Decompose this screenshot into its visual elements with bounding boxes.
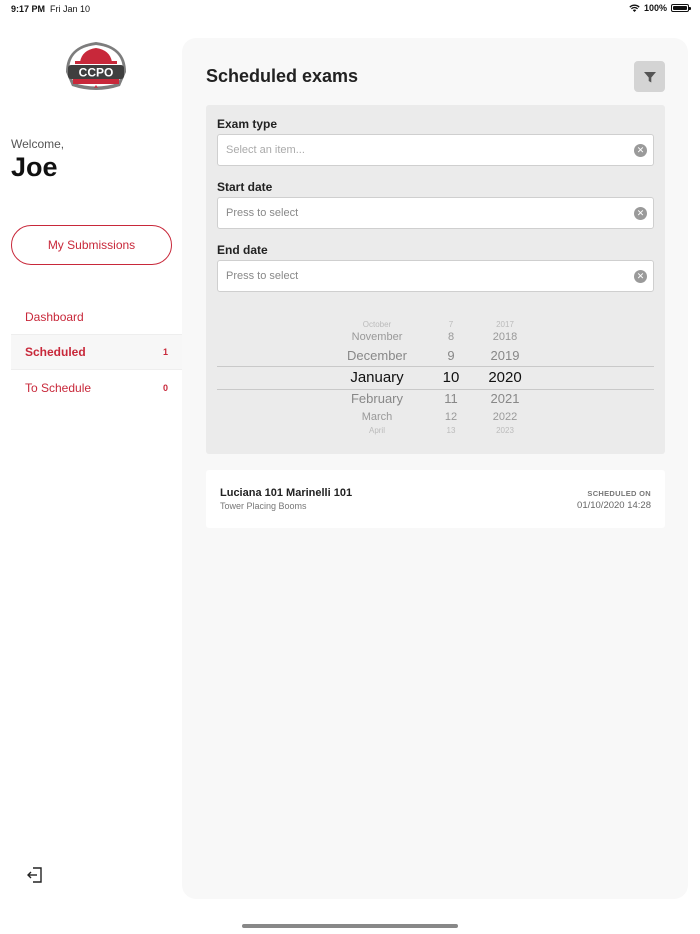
exam-type-placeholder: Select an item...: [226, 144, 305, 156]
picker-year-column[interactable]: 2017 2018 2019 2020 2021 2022 2023: [475, 316, 535, 442]
clear-icon[interactable]: ✕: [634, 144, 647, 157]
start-date-field[interactable]: Press to select ✕: [217, 197, 654, 229]
sidebar-nav: Dashboard Scheduled 1 To Schedule 0: [11, 300, 182, 405]
picker-month-item[interactable]: December: [327, 348, 427, 363]
sidebar-item-count: 0: [162, 382, 168, 393]
scheduled-on-value: 01/10/2020 14:28: [577, 500, 651, 511]
picker-month-item[interactable]: October: [327, 320, 427, 329]
exam-type: Tower Placing Booms: [220, 501, 307, 511]
picker-year-item[interactable]: 2023: [475, 426, 535, 435]
picker-day-column[interactable]: 7 8 9 10 11 12 13: [431, 316, 471, 442]
picker-month-column[interactable]: October November December January Februa…: [327, 316, 427, 442]
start-date-value: Press to select: [226, 207, 299, 219]
battery-percent: 100%: [643, 3, 667, 13]
clear-icon[interactable]: ✕: [634, 207, 647, 220]
picker-day-selected[interactable]: 10: [431, 369, 471, 386]
logout-icon[interactable]: [25, 865, 45, 885]
picker-day-item[interactable]: 9: [431, 348, 471, 363]
picker-year-item[interactable]: 2022: [475, 411, 535, 423]
picker-day-item[interactable]: 11: [431, 391, 471, 406]
picker-month-item[interactable]: April: [327, 426, 427, 435]
status-bar: 9:17 PM Fri Jan 10 100%: [0, 0, 700, 18]
exam-type-label: Exam type: [217, 117, 278, 131]
user-name: Joe: [11, 152, 58, 182]
picker-month-item[interactable]: March: [327, 411, 427, 423]
date-picker[interactable]: October November December January Februa…: [217, 316, 654, 442]
wifi-icon: [629, 4, 640, 12]
picker-day-item[interactable]: 7: [431, 320, 471, 329]
picker-year-item[interactable]: 2019: [475, 348, 535, 363]
picker-day-item[interactable]: 12: [431, 411, 471, 423]
sidebar-item-dashboard[interactable]: Dashboard: [11, 300, 182, 335]
status-time: 9:17 PM: [11, 4, 46, 14]
picker-month-selected[interactable]: January: [327, 369, 427, 386]
battery-icon: [671, 4, 691, 12]
sidebar: CCPO Welcome, Joe My Submissions Dashboa…: [0, 18, 182, 908]
status-date: Fri Jan 10: [50, 4, 91, 14]
picker-year-item[interactable]: 2021: [475, 391, 535, 406]
filter-icon: [643, 71, 656, 82]
my-submissions-button[interactable]: My Submissions: [11, 225, 172, 265]
picker-day-item[interactable]: 8: [431, 331, 471, 343]
home-indicator[interactable]: [242, 924, 458, 928]
end-date-label: End date: [217, 243, 268, 257]
sidebar-item-label: Scheduled: [25, 345, 86, 359]
sidebar-item-to-schedule[interactable]: To Schedule 0: [11, 370, 182, 405]
svg-text:CCPO: CCPO: [79, 66, 114, 80]
exam-candidate-name: Luciana 101 Marinelli 101: [220, 487, 353, 499]
status-right: 100%: [629, 3, 691, 13]
exam-card[interactable]: Luciana 101 Marinelli 101 Tower Placing …: [206, 470, 665, 528]
picker-year-selected[interactable]: 2020: [475, 369, 535, 386]
start-date-label: Start date: [217, 180, 273, 194]
picker-day-item[interactable]: 13: [431, 426, 471, 435]
ccpo-logo: CCPO: [66, 42, 126, 90]
sidebar-item-label: Dashboard: [25, 310, 84, 324]
scheduled-on-label: SCHEDULED ON: [587, 489, 651, 498]
sidebar-item-scheduled[interactable]: Scheduled 1: [11, 335, 182, 370]
picker-year-item[interactable]: 2018: [475, 331, 535, 343]
sidebar-item-label: To Schedule: [25, 380, 92, 395]
picker-month-item[interactable]: February: [327, 391, 427, 406]
main-panel: Scheduled exams Exam type Select an item…: [182, 38, 688, 899]
welcome-text: Welcome,: [11, 137, 65, 151]
sidebar-item-count: 1: [162, 347, 168, 357]
end-date-field[interactable]: Press to select ✕: [217, 260, 654, 292]
filter-button[interactable]: [634, 61, 665, 92]
picker-year-item[interactable]: 2017: [475, 320, 535, 329]
filters-panel: Exam type Select an item... ✕ Start date…: [206, 105, 665, 454]
end-date-value: Press to select: [226, 270, 299, 282]
page-title: Scheduled exams: [206, 66, 359, 86]
exam-type-select[interactable]: Select an item... ✕: [217, 134, 654, 166]
picker-month-item[interactable]: November: [327, 331, 427, 343]
clear-icon[interactable]: ✕: [634, 270, 647, 283]
